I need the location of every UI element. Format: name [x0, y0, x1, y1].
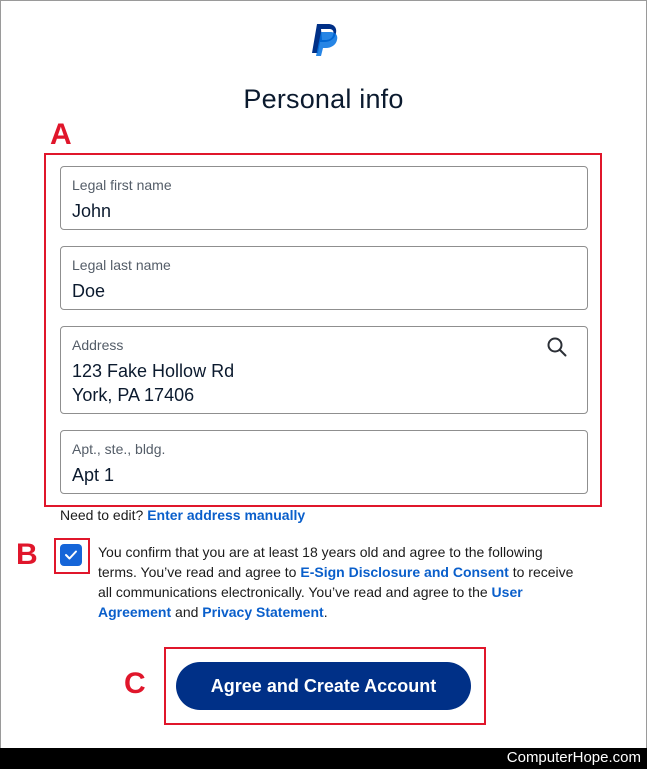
field-value: John [72, 201, 112, 221]
footer-brand: ComputerHope.com [506, 749, 641, 766]
address-line-2: York, PA 17406 [72, 385, 195, 405]
field-value: 123 Fake Hollow Rd York, PA 17406 [72, 359, 234, 407]
agree-and-create-account-button[interactable]: Agree and Create Account [176, 662, 471, 710]
terms-text: . [323, 604, 328, 620]
address-line-1: 123 Fake Hollow Rd [72, 361, 235, 381]
annotation-letter-c: C [124, 667, 146, 700]
apt-field[interactable]: Apt., ste., bldg. Apt 1 [60, 430, 588, 494]
enter-address-manually-link[interactable]: Enter address manually [147, 507, 305, 523]
esign-disclosure-link[interactable]: E-Sign Disclosure and Consent [300, 564, 508, 580]
field-label: Legal last name [72, 257, 171, 273]
edit-address-row: Need to edit? Enter address manually [60, 507, 305, 523]
field-value: Apt 1 [72, 465, 115, 485]
address-field[interactable]: Address 123 Fake Hollow Rd York, PA 1740… [60, 326, 588, 414]
annotation-letter-a: A [50, 118, 72, 151]
footer-bar: ComputerHope.com [0, 748, 647, 769]
field-label: Apt., ste., bldg. [72, 441, 166, 457]
field-label: Address [72, 337, 124, 353]
checkmark-icon [65, 550, 77, 560]
page-title: Personal info [243, 84, 404, 114]
search-icon[interactable] [547, 337, 567, 357]
edit-prefix: Need to edit? [60, 507, 144, 523]
field-label: Legal first name [72, 177, 172, 193]
annotation-letter-b: B [16, 538, 38, 571]
consent-terms-text: You confirm that you are at least 18 yea… [98, 542, 584, 622]
terms-text: and [175, 604, 199, 620]
legal-first-name-field[interactable]: Legal first name John [60, 166, 588, 230]
legal-last-name-field[interactable]: Legal last name Doe [60, 246, 588, 310]
field-value: Doe [72, 281, 106, 301]
consent-checkbox[interactable] [60, 544, 82, 566]
privacy-statement-link[interactable]: Privacy Statement [202, 604, 323, 620]
paypal-logo-icon [312, 24, 338, 56]
